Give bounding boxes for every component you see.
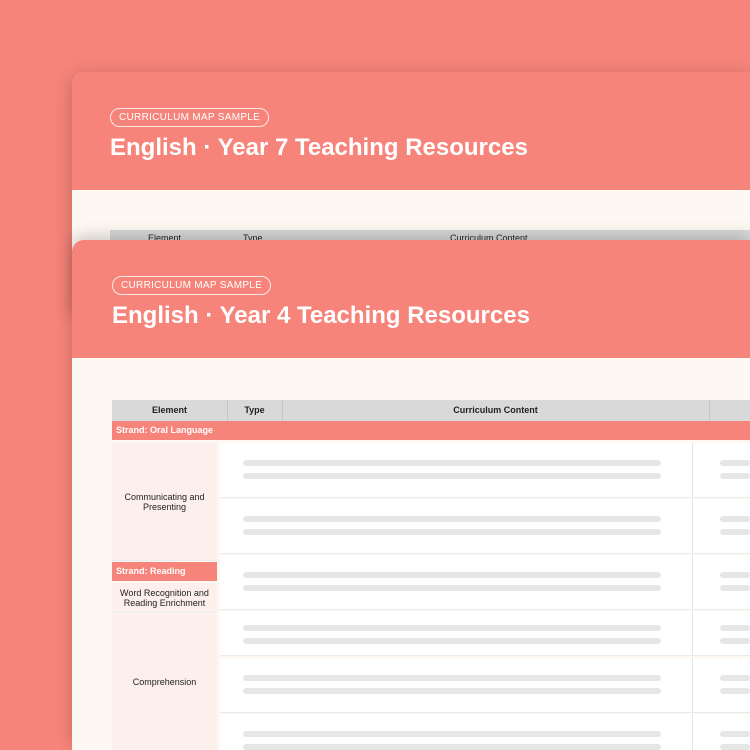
placeholder-line [720, 460, 750, 466]
curriculum-card-year4: CURRICULUM MAP SAMPLE English · Year 4 T… [72, 240, 750, 750]
card-title: English · Year 4 Teaching Resources [112, 302, 530, 329]
card-header: CURRICULUM MAP SAMPLE English · Year 4 T… [72, 240, 750, 358]
placeholder-line [720, 516, 750, 522]
placeholder-line [720, 529, 750, 535]
table-row [220, 499, 750, 554]
column-divider [692, 499, 693, 553]
placeholder-line [720, 572, 750, 578]
curriculum-table: Element Type Curriculum Content Strand: … [112, 400, 750, 750]
placeholder-line [720, 731, 750, 737]
placeholder-line [243, 675, 661, 681]
placeholder-line [720, 744, 750, 750]
column-divider [692, 611, 693, 655]
placeholder-line [243, 516, 661, 522]
card-header: CURRICULUM MAP SAMPLE English · Year 7 T… [72, 72, 750, 190]
placeholder-line [720, 473, 750, 479]
placeholder-line [720, 625, 750, 631]
column-divider [692, 714, 693, 750]
column-header-curriculum-content: Curriculum Content [282, 400, 710, 421]
placeholder-line [243, 585, 661, 591]
placeholder-line [243, 688, 661, 694]
table-row [220, 443, 750, 498]
element-cell: Communicating and Presenting [112, 443, 217, 561]
column-divider [692, 555, 693, 609]
placeholder-line [243, 460, 661, 466]
curriculum-badge: CURRICULUM MAP SAMPLE [112, 276, 272, 295]
element-cell: Word Recognition and Reading Enrichment [112, 583, 217, 613]
table-header: Element Type Curriculum Content [112, 400, 750, 421]
column-header-element: Element [112, 400, 228, 421]
placeholder-line [243, 744, 661, 750]
placeholder-line [243, 473, 661, 479]
curriculum-badge: CURRICULUM MAP SAMPLE [110, 108, 270, 127]
placeholder-line [243, 625, 661, 631]
column-divider [692, 658, 693, 712]
placeholder-line [243, 638, 661, 644]
element-cell: Comprehension [112, 614, 217, 750]
placeholder-line [720, 585, 750, 591]
table-row [220, 714, 750, 750]
strand-row-reading: Strand: Reading [112, 562, 217, 581]
column-header-extra [709, 400, 750, 421]
table-row [220, 658, 750, 713]
placeholder-line [720, 688, 750, 694]
placeholder-line [243, 731, 661, 737]
placeholder-line [243, 572, 661, 578]
column-divider [692, 443, 693, 497]
placeholder-line [720, 638, 750, 644]
placeholder-line [243, 529, 661, 535]
placeholder-line [720, 675, 750, 681]
table-row [220, 611, 750, 656]
table-row [220, 555, 750, 610]
card-title: English · Year 7 Teaching Resources [110, 134, 528, 161]
strand-row-oral-language: Strand: Oral Language [112, 421, 750, 440]
column-header-type: Type [227, 400, 283, 421]
